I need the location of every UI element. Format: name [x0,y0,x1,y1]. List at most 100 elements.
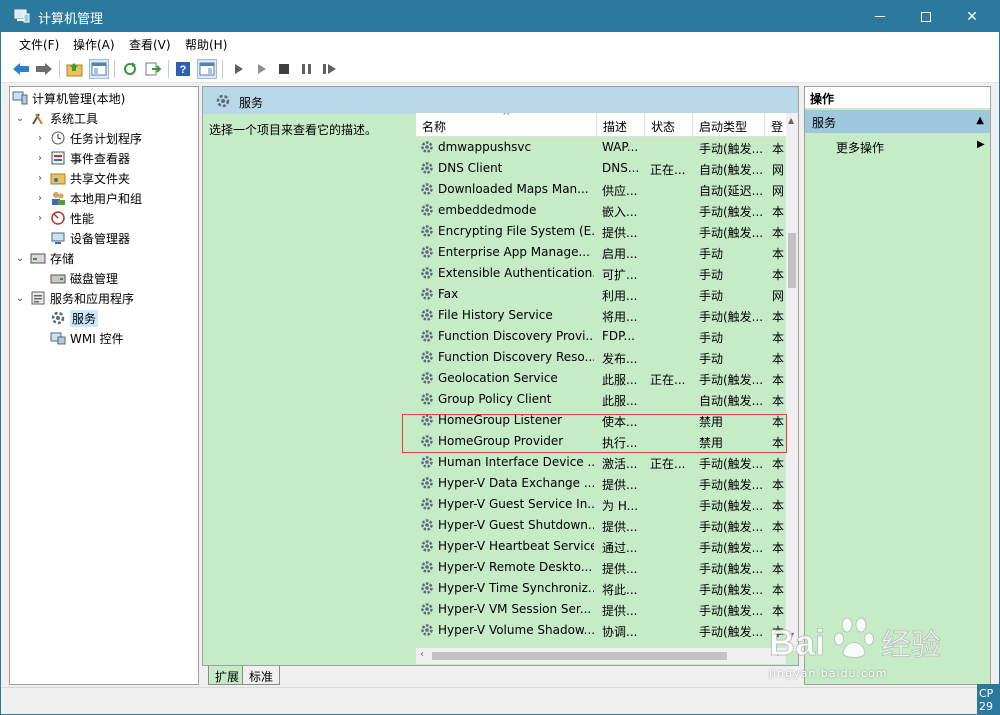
table-row[interactable]: File History Service 将用... 手动(触发... 本 [416,305,786,326]
tree-item-performance[interactable]: › 性能 [34,208,94,228]
pause-service-button[interactable] [297,59,317,79]
tree-item-task-scheduler[interactable]: › 任务计划程序 [34,128,142,148]
start-service-alt-button[interactable] [252,59,272,79]
table-row[interactable]: Hyper-V Remote Deskto... 提供... 手动(触发... 本 [416,557,786,578]
column-header-description[interactable]: 描述 [597,113,645,137]
tree-item-label: 服务 [70,309,99,327]
table-row[interactable]: DNS Client DNS... 正在... 自动(触发... 网 [416,158,786,179]
restart-service-button[interactable] [320,59,340,79]
title-bar[interactable]: 计算机管理 ✕ [1,1,999,32]
scroll-left-icon[interactable]: ‹ [420,649,424,660]
service-gear-icon [421,582,433,594]
start-service-button[interactable] [229,59,249,79]
table-row[interactable]: Geolocation Service 此服... 正在... 手动(触发... 本 [416,368,786,389]
show-hide-action-pane-button[interactable] [197,59,217,79]
actions-section-services[interactable]: 服务 ▲ [805,110,990,133]
table-row[interactable]: Function Discovery Reso... 发布... 手动 本 [416,347,786,368]
table-row[interactable]: dmwappushsvc WAP... 手动(触发... 本 [416,137,786,158]
tree-item-label: 系统工具 [50,111,99,126]
close-button[interactable]: ✕ [949,1,995,32]
tree-item-storage[interactable]: ⌄ 存储 [14,248,74,268]
chevron-right-icon[interactable]: › [34,193,46,204]
computer-management-window: 计算机管理 ✕ 文件(F) 操作(A) 查看(V) 帮助(H) ? 计算机管理(… [0,0,1000,715]
refresh-button[interactable] [120,59,140,79]
table-row[interactable]: Hyper-V Guest Shutdown... 提供... 手动(触发... 本 [416,515,786,536]
service-name: HomeGroup Listener [438,413,563,427]
service-name: Human Interface Device ... [438,455,594,469]
column-header-name[interactable]: 名称 ^ [416,113,597,137]
help-button[interactable]: ? [173,59,193,79]
scrollbar-thumb[interactable] [432,652,727,660]
service-description-cell: FDP... [602,329,635,343]
minimize-button[interactable] [857,1,903,32]
service-description-cell: DNS... [602,161,640,175]
service-gear-icon [421,561,433,573]
services-icon [50,310,66,326]
table-row[interactable]: embeddedmode 嵌入... 手动(触发... 本 [416,200,786,221]
stop-service-button[interactable] [274,59,294,79]
service-gear-icon [421,393,433,405]
tree-item-system-tools[interactable]: ⌄ 系统工具 [14,108,98,128]
table-row[interactable]: Extensible Authentication... 可扩... 手动 本 [416,263,786,284]
service-startup-type: 手动(触发... [699,499,763,513]
tree-item-device-manager[interactable]: 设备管理器 [50,228,130,248]
tree-item-computer-management[interactable]: 计算机管理(本地) [12,88,125,108]
tab-standard[interactable]: 标准 [242,666,281,685]
table-row[interactable]: Hyper-V Heartbeat Service 通过... 手动(触发... 本 [416,536,786,557]
tree-item-services-apps[interactable]: ⌄ 服务和应用程序 [14,288,134,308]
service-name: Extensible Authentication... [438,266,594,280]
tree-item-services[interactable]: 服务 [50,308,99,328]
up-folder-button[interactable] [65,59,85,79]
table-row[interactable]: Hyper-V Volume Shadow... 协调... 手动(触发... 本 [416,620,786,641]
table-row[interactable]: Hyper-V Data Exchange ... 提供... 手动(触发... 本 [416,473,786,494]
menu-action[interactable]: 操作(A) [73,36,115,53]
table-row[interactable]: Fax 利用... 手动 网 [416,284,786,305]
table-row[interactable]: Hyper-V VM Session Ser... 提供... 手动(触发... 本 [416,599,786,620]
tree-item-disk-management[interactable]: 磁盘管理 [50,268,118,288]
menu-file[interactable]: 文件(F) [19,36,59,53]
collapse-icon[interactable]: ▲ [976,115,984,126]
show-hide-tree-button[interactable] [89,59,109,79]
chevron-right-icon[interactable]: › [34,153,46,164]
vertical-scrollbar[interactable]: ▲ ▼ [786,113,798,651]
column-header-startup-type[interactable]: 启动类型 [693,113,765,137]
menu-view[interactable]: 查看(V) [129,36,171,53]
tab-extended[interactable]: 扩展 [208,666,247,685]
back-button[interactable] [11,59,31,79]
maximize-button[interactable] [903,1,949,32]
chevron-down-icon[interactable]: ⌄ [14,113,26,124]
table-row[interactable]: Encrypting File System (E... 提供... 手动(触发..… [416,221,786,242]
table-row[interactable]: HomeGroup Provider 执行... 禁用 本 [416,431,786,452]
table-row[interactable]: Hyper-V Time Synchroniz... 将此... 手动(触发... 本 [416,578,786,599]
table-row[interactable]: Enterprise App Manage... 启用... 手动 本 [416,242,786,263]
horizontal-scrollbar[interactable]: ‹ › [416,648,786,664]
shared-folder-icon [50,170,66,186]
chevron-down-icon[interactable]: ⌄ [14,253,26,264]
table-row[interactable]: Function Discovery Provi... FDP... 手动 本 [416,326,786,347]
more-actions-item[interactable]: 更多操作 [836,139,884,156]
chevron-right-icon[interactable]: › [34,173,46,184]
restart-icon [323,64,336,74]
tree-item-local-users[interactable]: › 本地用户和组 [34,188,142,208]
service-description-cell: 通过... [602,541,638,555]
scrollbar-thumb[interactable] [788,233,796,288]
tree-item-wmi-control[interactable]: WMI 控件 [50,328,124,348]
table-row[interactable]: Downloaded Maps Man... 供应... 自动(延迟... 网 [416,179,786,200]
users-icon [50,190,66,206]
chevron-right-icon[interactable]: › [34,213,46,224]
export-list-button[interactable] [143,59,163,79]
table-row[interactable]: HomeGroup Listener 使本... 禁用 本 [416,410,786,431]
table-row[interactable]: Human Interface Device ... 激活... 正在... 手动(触… [416,452,786,473]
service-startup-type: 手动(触发... [699,562,763,576]
menu-help[interactable]: 帮助(H) [185,36,227,53]
table-row[interactable]: Group Policy Client 此服... 自动(触发... 本 [416,389,786,410]
column-header-status[interactable]: 状态 [645,113,693,137]
scroll-up-icon[interactable]: ▲ [788,116,794,125]
table-row[interactable]: Hyper-V Guest Service In... 为 H... 手动(触发..… [416,494,786,515]
tree-item-shared-folders[interactable]: › 共享文件夹 [34,168,130,188]
chevron-down-icon[interactable]: ⌄ [14,293,26,304]
tree-item-event-viewer[interactable]: › 事件查看器 [34,148,130,168]
chevron-right-icon[interactable]: › [34,133,46,144]
service-startup-type: 自动(触发... [699,394,763,408]
forward-button[interactable] [34,59,54,79]
